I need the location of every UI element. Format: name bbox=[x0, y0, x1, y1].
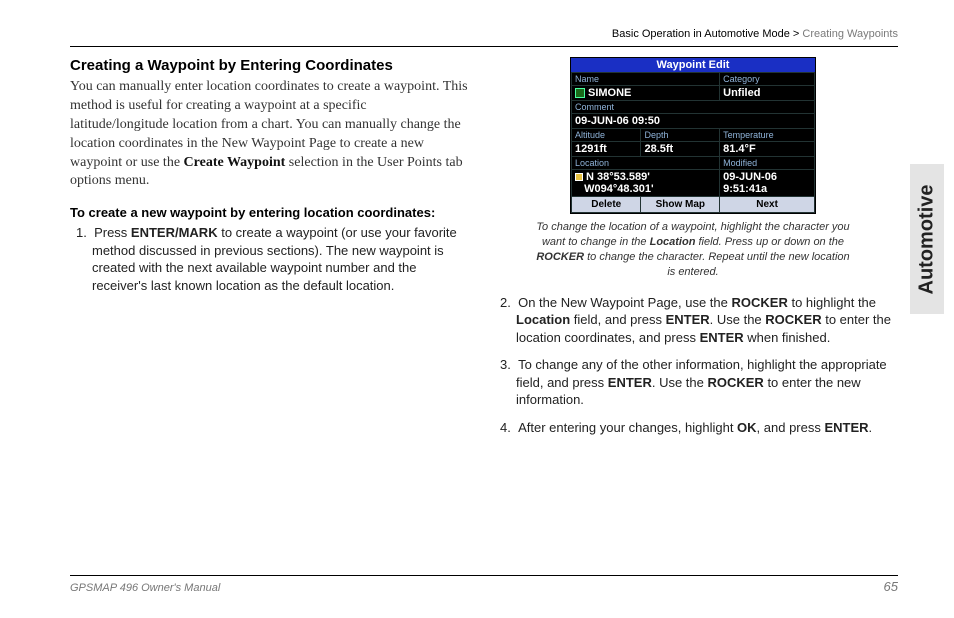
device-value-temperature: 81.4°F bbox=[720, 142, 815, 157]
device-value-name: SIMONE bbox=[572, 86, 720, 101]
device-label-depth: Depth bbox=[641, 129, 720, 142]
device-value-modified: 09-JUN-06 9:51:41a bbox=[720, 170, 815, 197]
section-heading: Creating a Waypoint by Entering Coordina… bbox=[70, 57, 468, 74]
device-label-altitude: Altitude bbox=[572, 129, 641, 142]
figure-caption: To change the location of a waypoint, hi… bbox=[533, 220, 853, 279]
footer-page-number: 65 bbox=[884, 579, 898, 594]
procedure-lead: To create a new waypoint by entering loc… bbox=[70, 205, 468, 220]
breadcrumb: Basic Operation in Automotive Mode > Cre… bbox=[70, 28, 898, 40]
device-value-category: Unfiled bbox=[720, 86, 815, 101]
page-footer: GPSMAP 496 Owner's Manual 65 bbox=[70, 579, 898, 594]
step-3: 3. To change any of the other informatio… bbox=[494, 356, 892, 409]
side-tab-automotive: Automotive bbox=[910, 164, 944, 314]
device-label-category: Category bbox=[720, 73, 815, 86]
step-1: 1. Press ENTER/MARK to create a waypoint… bbox=[70, 224, 468, 294]
breadcrumb-page: Creating Waypoints bbox=[802, 28, 898, 40]
waypoint-flag-icon bbox=[575, 88, 585, 98]
rule-bottom bbox=[70, 575, 898, 576]
device-value-altitude: 1291ft bbox=[572, 142, 641, 157]
device-label-comment: Comment bbox=[572, 101, 815, 114]
location-pin-icon bbox=[575, 173, 583, 181]
device-value-location: N 38°53.589' W094°48.301' bbox=[572, 170, 720, 197]
device-label-name: Name bbox=[572, 73, 720, 86]
breadcrumb-section: Basic Operation in Automotive Mode bbox=[612, 28, 790, 40]
device-label-temperature: Temperature bbox=[720, 129, 815, 142]
device-button-delete: Delete bbox=[572, 197, 641, 213]
device-button-showmap: Show Map bbox=[641, 197, 720, 213]
device-button-next: Next bbox=[720, 197, 815, 213]
device-label-modified: Modified bbox=[720, 157, 815, 170]
device-screenshot: Waypoint Edit Name Category SIMONE Unfil… bbox=[570, 57, 816, 214]
step-2: 2. On the New Waypoint Page, use the ROC… bbox=[494, 294, 892, 347]
device-value-depth: 28.5ft bbox=[641, 142, 720, 157]
device-label-location: Location bbox=[572, 157, 720, 170]
device-value-comment: 09-JUN-06 09:50 bbox=[572, 114, 815, 129]
rule-top bbox=[70, 46, 898, 47]
intro-paragraph: You can manually enter location coordina… bbox=[70, 78, 468, 191]
device-title: Waypoint Edit bbox=[571, 58, 815, 72]
step-4: 4. After entering your changes, highligh… bbox=[494, 419, 892, 437]
footer-manual-title: GPSMAP 496 Owner's Manual bbox=[70, 582, 220, 594]
